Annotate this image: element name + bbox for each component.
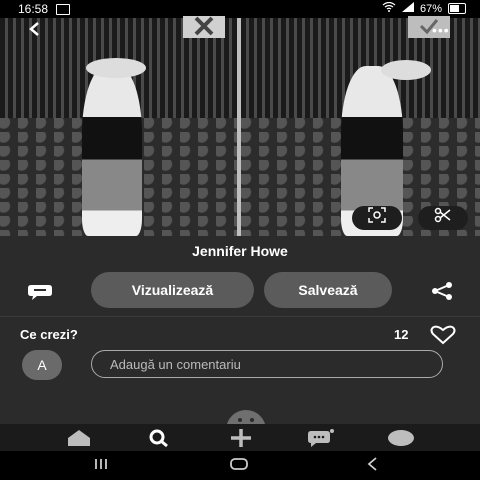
photo-left[interactable] (0, 18, 237, 236)
like-count: 12 (394, 327, 409, 342)
visual-search-icon (368, 207, 386, 223)
model-figure (82, 66, 142, 236)
model-hat (86, 58, 146, 78)
more-options-icon[interactable]: ••• (432, 22, 450, 38)
like-button[interactable] (430, 325, 456, 345)
heart-icon (430, 325, 456, 345)
search-icon (149, 429, 168, 448)
action-row: Vizualizează Salvează (0, 272, 480, 310)
visual-search-button[interactable] (352, 206, 402, 230)
close-button[interactable] (183, 16, 225, 38)
back-system-icon[interactable] (366, 457, 380, 476)
battery-percent: 67% (419, 2, 442, 15)
wifi-icon (382, 1, 396, 15)
save-button[interactable]: Salvează (264, 272, 392, 308)
scissors-icon (434, 207, 451, 223)
photo-right[interactable] (241, 18, 480, 236)
plus-icon (231, 429, 251, 447)
image-notification-icon (56, 4, 70, 15)
avatar[interactable]: A (22, 350, 62, 380)
system-nav (0, 451, 480, 480)
status-time: 16:58 (18, 2, 49, 16)
signal-icon (401, 2, 414, 15)
nav-profile[interactable] (386, 427, 416, 449)
chat-icon (308, 429, 334, 447)
divider-line (0, 316, 480, 317)
share-icon (432, 282, 452, 300)
back-button[interactable] (28, 20, 40, 43)
home-icon (68, 430, 90, 446)
nav-search[interactable] (144, 427, 174, 449)
recents-icon[interactable] (93, 457, 109, 476)
nav-create[interactable] (226, 427, 256, 449)
close-icon (194, 16, 214, 36)
battery-icon (448, 3, 466, 14)
home-system-icon[interactable] (229, 457, 249, 476)
status-icons: 67% (382, 1, 466, 15)
crop-button[interactable] (418, 206, 468, 230)
model-hat (381, 60, 431, 80)
pin-title: Jennifer Howe (192, 243, 288, 259)
nav-messages[interactable] (306, 427, 336, 449)
profile-icon (388, 430, 414, 446)
chevron-left-icon (29, 22, 39, 36)
comments-prompt: Ce crezi? (20, 327, 78, 342)
bottom-nav (0, 424, 480, 451)
share-button[interactable] (431, 282, 453, 300)
view-button[interactable]: Vizualizează (91, 272, 254, 308)
nav-home[interactable] (64, 427, 94, 449)
comment-input[interactable] (91, 350, 443, 378)
